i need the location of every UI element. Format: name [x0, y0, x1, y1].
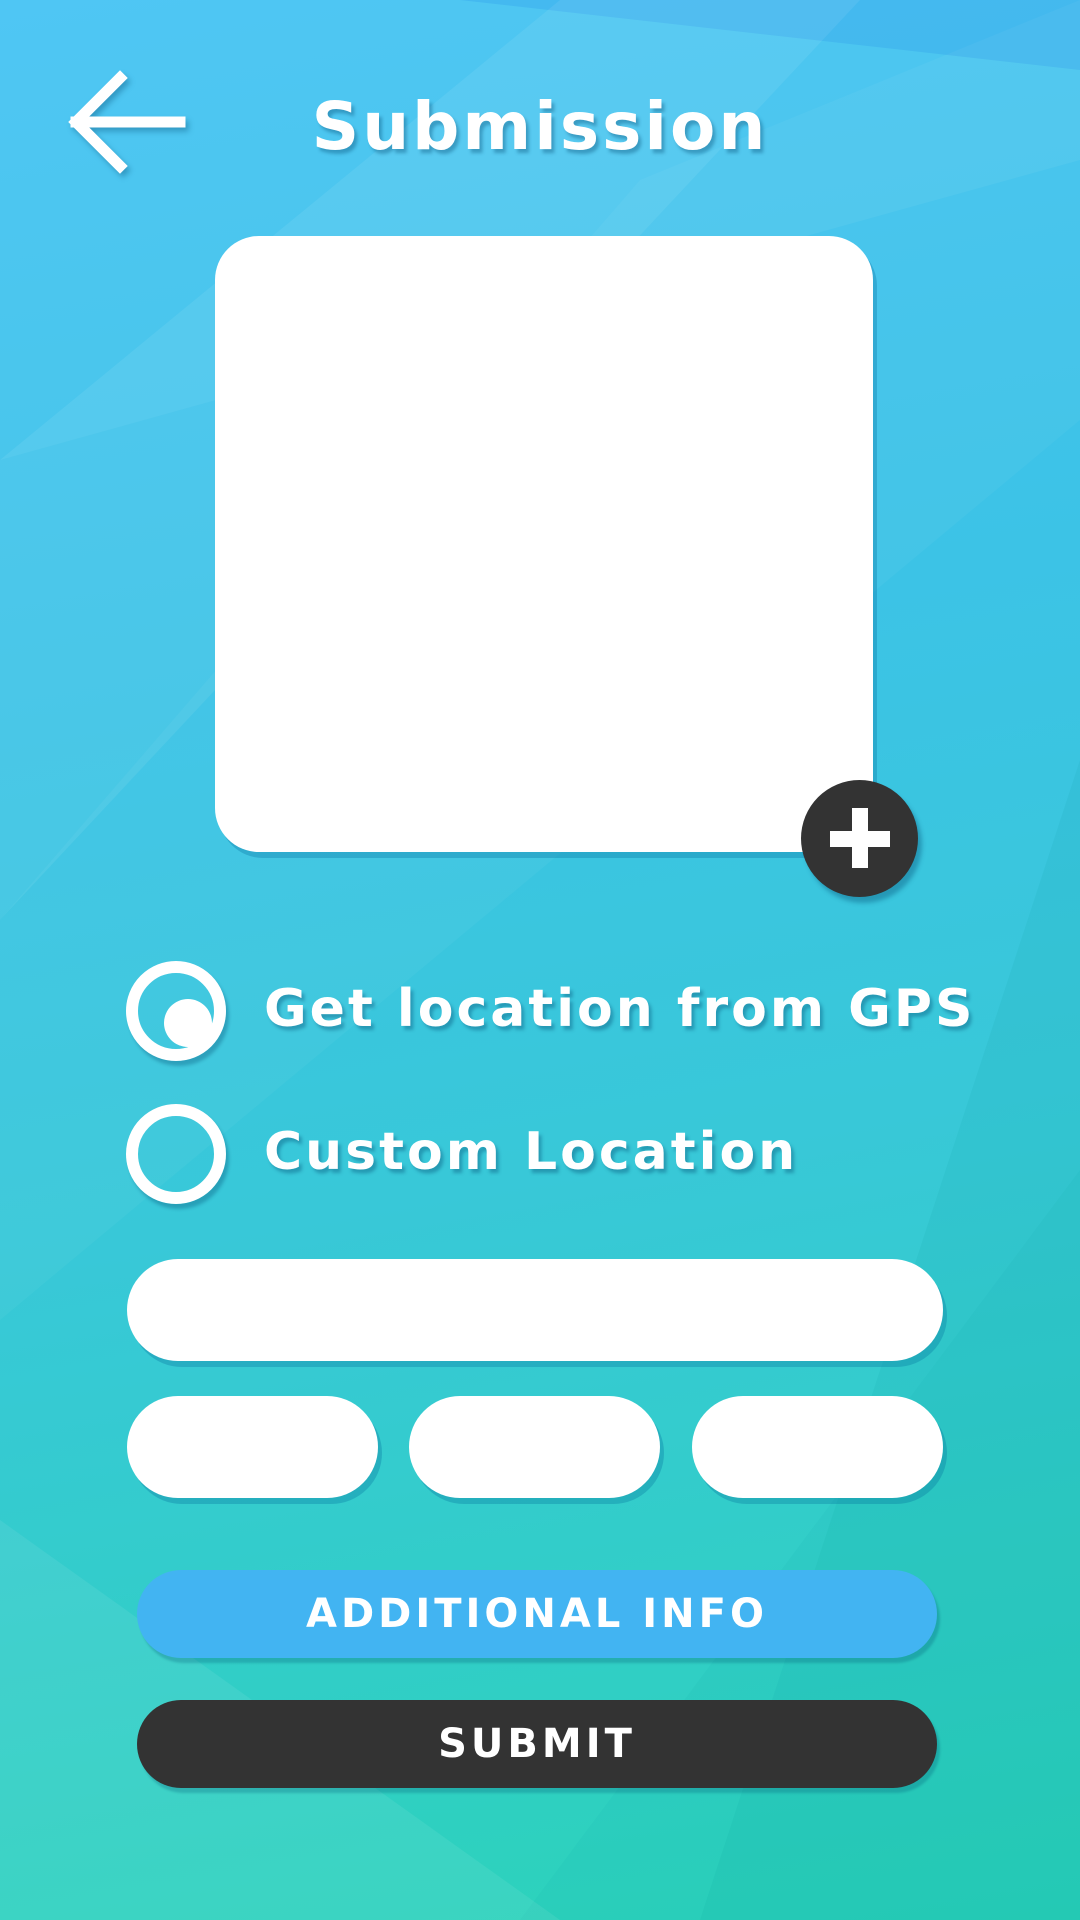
plus-icon [830, 808, 890, 868]
submit-button[interactable]: SUBMIT [137, 1700, 937, 1788]
gps-radio-button[interactable] [126, 961, 226, 1061]
photo-placeholder[interactable] [215, 236, 873, 852]
location-field-3[interactable] [692, 1396, 943, 1498]
additional-info-button[interactable]: ADDITIONAL INFO [137, 1570, 937, 1658]
location-field-1[interactable] [127, 1396, 378, 1498]
location-text-field[interactable] [127, 1259, 943, 1361]
custom-location-radio-button[interactable] [126, 1104, 226, 1204]
add-photo-button[interactable] [801, 780, 918, 897]
gps-option-label: Get location from GPS [264, 979, 976, 1039]
custom-location-option-label: Custom Location [264, 1122, 799, 1182]
location-field-2[interactable] [409, 1396, 660, 1498]
page-title: Submission [311, 88, 769, 165]
radio-selected-dot [164, 999, 212, 1047]
